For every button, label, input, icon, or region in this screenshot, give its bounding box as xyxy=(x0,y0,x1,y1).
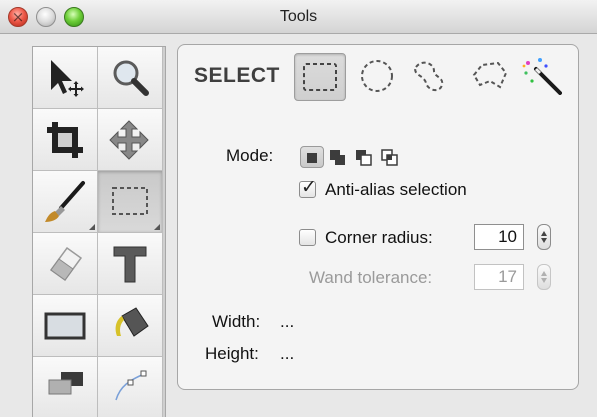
corner-radius-stepper[interactable] xyxy=(537,224,551,250)
crop-icon xyxy=(47,122,83,158)
polygon-lasso-button[interactable] xyxy=(464,53,516,101)
decrement-icon xyxy=(541,278,547,283)
magnifier-tool[interactable] xyxy=(98,47,163,109)
wand-tolerance-field[interactable]: 17 xyxy=(474,264,524,290)
submenu-indicator xyxy=(154,224,160,230)
pointer-icon xyxy=(51,60,84,97)
eraser-icon xyxy=(49,246,83,282)
window-title: Tools xyxy=(279,8,318,25)
corner-radius-checkbox[interactable] xyxy=(299,229,316,246)
width-value: ... xyxy=(280,312,295,331)
subtract-mode-icon xyxy=(356,150,372,166)
arrange-icon xyxy=(48,372,83,395)
title-bar[interactable]: × Tools xyxy=(0,0,597,34)
wand-tolerance-label: Wand tolerance: xyxy=(309,268,433,287)
text-icon xyxy=(113,246,147,283)
brush-tool[interactable] xyxy=(33,171,98,233)
corner-radius-label: Corner radius: xyxy=(325,228,433,247)
anti-alias-label: Anti-alias selection xyxy=(325,180,467,199)
ellipse-select-icon xyxy=(361,60,393,92)
rect-select-button[interactable] xyxy=(294,53,346,101)
move-tool[interactable] xyxy=(98,109,163,171)
bezier-pen-icon xyxy=(115,370,147,401)
submenu-indicator xyxy=(89,224,95,230)
rectangle-tool[interactable] xyxy=(33,295,98,357)
crop-tool[interactable] xyxy=(33,109,98,171)
lasso-select-button[interactable] xyxy=(404,53,456,101)
increment-icon xyxy=(541,231,547,236)
rectangle-select-icon xyxy=(112,187,148,215)
magic-wand-icon xyxy=(522,58,562,95)
text-tool[interactable] xyxy=(98,233,163,295)
add-mode-icon xyxy=(330,150,345,165)
increment-icon xyxy=(541,271,547,276)
lasso-select-icon xyxy=(414,61,444,91)
tool-palette xyxy=(32,46,166,417)
mode-intersect-button[interactable] xyxy=(378,146,402,168)
mode-replace-button[interactable] xyxy=(300,146,324,168)
rectangle-select-icon xyxy=(303,63,337,91)
wand-tolerance-stepper[interactable] xyxy=(537,264,551,290)
paint-bucket-tool[interactable] xyxy=(98,295,163,357)
replace-mode-icon xyxy=(307,153,317,163)
mode-subtract-button[interactable] xyxy=(352,146,376,168)
intersect-mode-icon xyxy=(381,149,398,166)
magnifier-icon xyxy=(113,60,149,96)
eraser-tool[interactable] xyxy=(33,233,98,295)
anti-alias-checkbox[interactable]: ✓ xyxy=(299,176,317,198)
height-value: ... xyxy=(280,344,295,363)
pointer-tool[interactable] xyxy=(33,47,98,109)
checkmark-icon: ✓ xyxy=(301,176,317,198)
selection-tool[interactable] xyxy=(98,171,163,233)
decrement-icon xyxy=(541,238,547,243)
corner-radius-field[interactable]: 10 xyxy=(474,224,524,250)
ellipse-select-button[interactable] xyxy=(352,53,404,101)
move-icon xyxy=(109,120,149,160)
width-label: Width: xyxy=(212,312,261,331)
magic-wand-button[interactable] xyxy=(516,53,568,101)
mode-add-button[interactable] xyxy=(326,146,350,168)
options-header: SELECT xyxy=(194,64,280,87)
brush-icon xyxy=(45,181,85,222)
tools-window: × Tools SELECT Mode: ✓ Anti-alias select… xyxy=(0,0,597,417)
shape-tool[interactable] xyxy=(33,357,98,417)
rectangle-shape-icon xyxy=(44,312,86,340)
polygon-lasso-icon xyxy=(472,61,508,89)
height-label: Height: xyxy=(205,344,259,363)
paint-bucket-icon xyxy=(115,307,149,337)
pen-tool[interactable] xyxy=(98,357,163,417)
mode-label: Mode: xyxy=(226,146,274,165)
